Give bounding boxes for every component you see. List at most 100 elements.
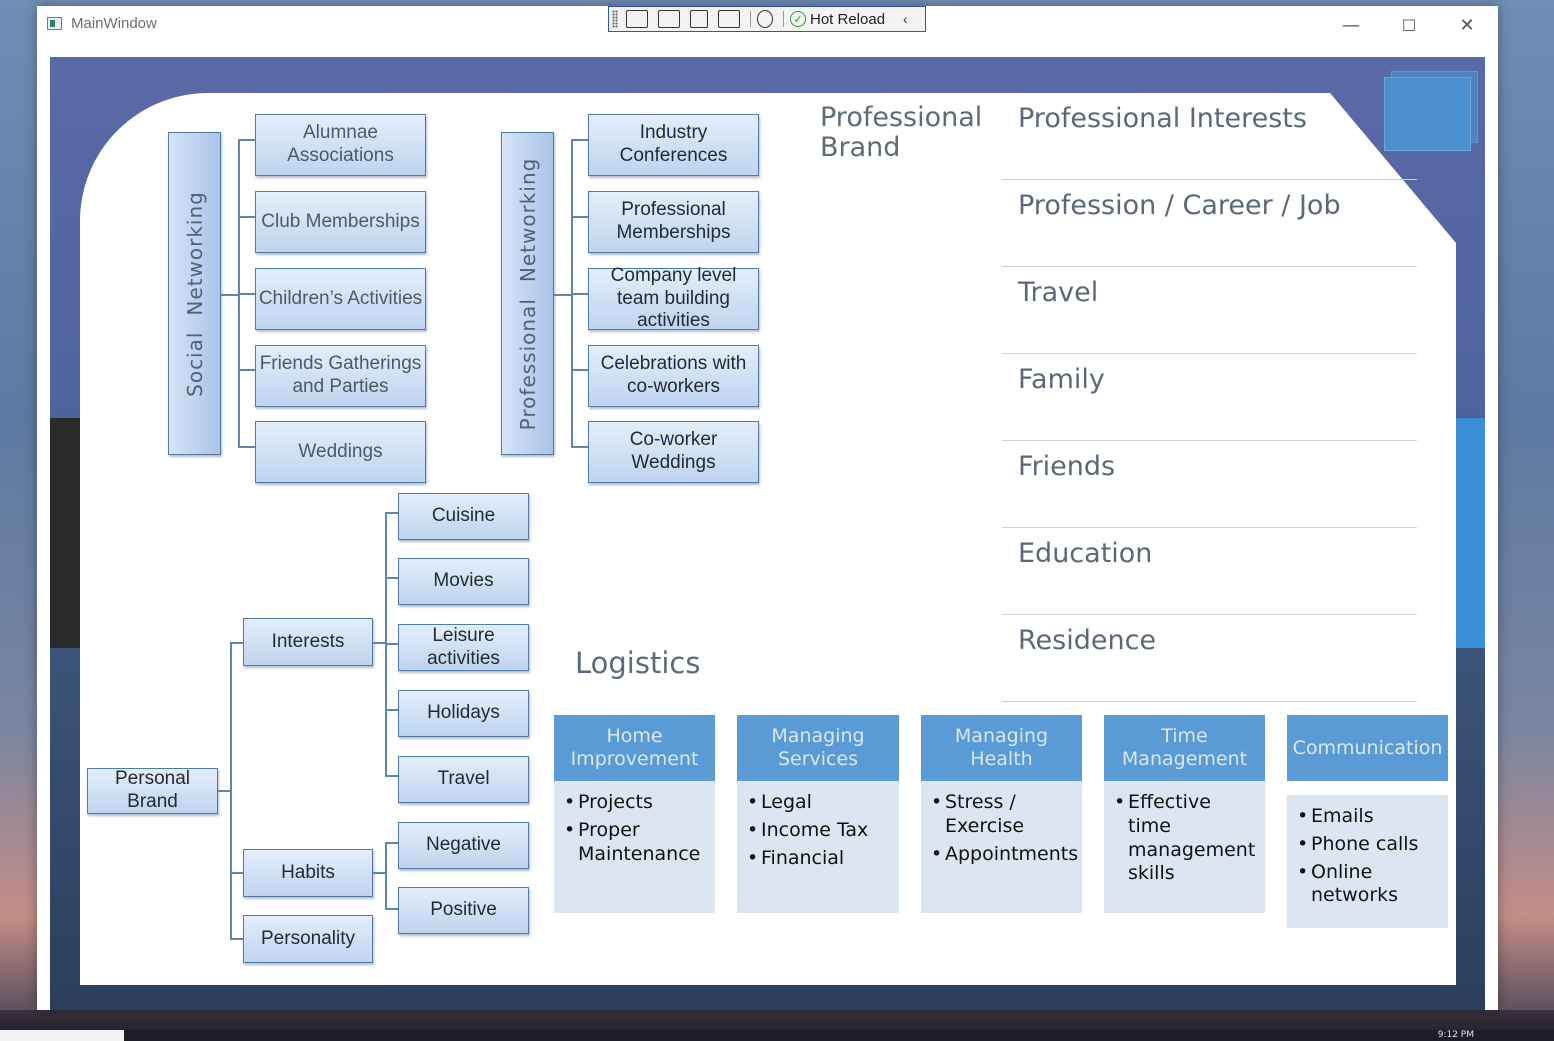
- app-icon: [47, 17, 62, 30]
- habit-item-positive: Positive: [398, 887, 529, 934]
- list-item: Appointments: [931, 843, 1078, 867]
- personality-node: Personality: [243, 915, 373, 963]
- professional-item-memberships: Professional Memberships: [588, 191, 759, 253]
- connector-line: [385, 908, 398, 910]
- brand-item: Friends: [1002, 441, 1417, 528]
- logistics-card-title: Managing Health: [921, 715, 1082, 781]
- professional-brand-heading: Professional Brand: [820, 102, 983, 163]
- logistics-card-title: Time Management: [1104, 715, 1265, 781]
- brand-item: Travel: [1002, 267, 1417, 354]
- list-item: Effective time management skills: [1114, 791, 1255, 886]
- logistics-heading: Logistics: [575, 646, 701, 680]
- toolbar-separator: [750, 11, 751, 27]
- brand-item: Professional Interests: [1002, 93, 1417, 180]
- connector-line: [571, 369, 588, 371]
- list-item: Phone calls: [1297, 833, 1438, 857]
- connector-line: [571, 139, 588, 141]
- connector-line: [230, 642, 243, 644]
- social-item-children: Children’s Activities: [255, 268, 426, 330]
- interest-item-leisure: Leisure activities: [398, 624, 529, 671]
- interest-item-holidays: Holidays: [398, 690, 529, 737]
- right-panel-strip: [1455, 418, 1485, 648]
- interests-node: Interests: [243, 618, 373, 666]
- connector-line: [554, 294, 572, 296]
- live-visual-tree-icon[interactable]: [626, 10, 648, 28]
- connector-line: [385, 775, 398, 777]
- list-item: Projects: [564, 791, 705, 815]
- logistics-card-body: Emails Phone calls Online networks: [1287, 795, 1448, 928]
- connector-line: [571, 446, 588, 448]
- networking-label: Networking: [515, 157, 540, 282]
- professional-item-conferences: Industry Conferences: [588, 114, 759, 176]
- list-item: Financial: [747, 847, 889, 871]
- taskbar: [0, 1030, 1554, 1041]
- connector-line: [238, 293, 255, 295]
- list-item: Proper Maintenance: [564, 819, 705, 867]
- toolbar-separator: [783, 11, 784, 27]
- habit-item-negative: Negative: [398, 822, 529, 869]
- track-focused-element-icon[interactable]: [718, 10, 740, 28]
- connector-line: [571, 293, 588, 295]
- professional-label: Professional: [515, 297, 540, 430]
- list-item: Emails: [1297, 805, 1438, 829]
- brand-item: Residence: [1002, 615, 1417, 702]
- connector-line: [238, 369, 255, 371]
- connector-line: [238, 446, 255, 448]
- habits-node: Habits: [243, 849, 373, 897]
- social-item-alumnae: Alumnae Associations: [255, 114, 426, 176]
- social-item-clubs: Club Memberships: [255, 191, 426, 253]
- maximize-button[interactable]: ☐: [1380, 6, 1438, 44]
- professional-networking-bar: Professional Networking: [501, 132, 554, 455]
- interest-item-travel: Travel: [398, 756, 529, 803]
- connector-line: [221, 294, 239, 296]
- logistics-card-body: Projects Proper Maintenance: [554, 781, 715, 913]
- list-item: Stress / Exercise: [931, 791, 1072, 839]
- connector-line: [385, 842, 398, 844]
- connector-line: [230, 938, 243, 940]
- list-item: Legal: [747, 791, 889, 815]
- binding-failures-icon[interactable]: [757, 10, 773, 28]
- connector-line: [385, 512, 398, 514]
- personal-brand-root: Personal Brand: [87, 768, 218, 814]
- connector-line: [230, 642, 232, 939]
- taskbar-clock: 9:12 PM: [1437, 1030, 1474, 1040]
- logistics-card-body: Stress / Exercise Appointments: [921, 781, 1082, 913]
- professional-item-celebrations: Celebrations with co-workers: [588, 345, 759, 407]
- social-label: Social: [182, 331, 207, 397]
- select-element-icon[interactable]: [658, 10, 680, 28]
- social-networking-bar: Social Networking: [168, 132, 221, 455]
- connector-line: [238, 139, 255, 141]
- left-panel-strip: [50, 418, 80, 648]
- connector-line: [385, 842, 387, 909]
- brand-item: Education: [1002, 528, 1417, 615]
- toolbar-grip-icon[interactable]: [612, 10, 618, 28]
- taskbar-search-area[interactable]: [0, 1030, 124, 1041]
- social-item-friends: Friends Gatherings and Parties: [255, 345, 426, 407]
- minimize-button[interactable]: —: [1322, 6, 1380, 44]
- professional-item-weddings: Co-worker Weddings: [588, 421, 759, 483]
- networking-label: Networking: [182, 190, 207, 316]
- logistics-card-title: Managing Services: [737, 715, 899, 781]
- list-item: Online networks: [1297, 861, 1438, 909]
- connector-line: [385, 577, 398, 579]
- hot-reload-label[interactable]: Hot Reload: [810, 11, 885, 28]
- close-button[interactable]: ✕: [1438, 6, 1496, 44]
- logistics-card-body: Legal Income Tax Financial: [737, 781, 899, 913]
- professional-item-team-building: Company level team building activities: [588, 265, 759, 331]
- logistics-card-title: Home Improvement: [554, 715, 715, 781]
- logistics-card-body: Effective time management skills: [1104, 781, 1265, 913]
- connector-line: [571, 216, 588, 218]
- slide-stage: Social Networking Alumnae Associations Cl…: [50, 57, 1485, 1010]
- collapse-toolbar-icon[interactable]: ‹: [903, 11, 908, 27]
- window-title: MainWindow: [71, 15, 157, 32]
- list-item: Income Tax: [747, 819, 889, 843]
- connector-line: [238, 216, 255, 218]
- hot-reload-status-icon: ✓: [790, 11, 806, 27]
- display-layout-adorners-icon[interactable]: [690, 10, 708, 28]
- brand-item: Profession / Career / Job: [1002, 180, 1417, 267]
- connector-line: [385, 643, 398, 645]
- runtime-toolbar: ✓ Hot Reload ‹: [608, 6, 926, 32]
- connector-line: [385, 709, 398, 711]
- main-window: MainWindow — ☐ ✕ ✓ Hot Reload ‹ Social Ne…: [37, 6, 1498, 1010]
- interest-item-cuisine: Cuisine: [398, 493, 529, 540]
